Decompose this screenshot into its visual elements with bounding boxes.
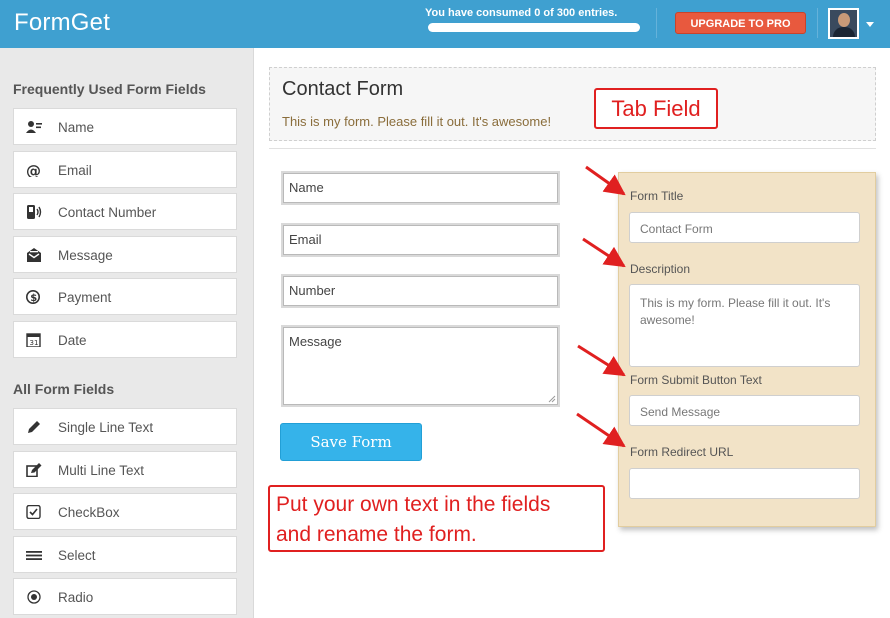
instruction-callout: Put your own text in the fields and rena… [268, 485, 605, 552]
arrow-to-description [582, 237, 626, 268]
instruction-line-2: and rename the form. [276, 523, 477, 546]
arrow-to-redirect-url [576, 412, 626, 448]
instruction-line-1: Put your own text in the fields [276, 493, 551, 516]
arrow-to-submit-text [577, 344, 626, 377]
tab-field-callout: Tab Field [594, 88, 718, 129]
arrow-to-form-title [585, 165, 626, 196]
